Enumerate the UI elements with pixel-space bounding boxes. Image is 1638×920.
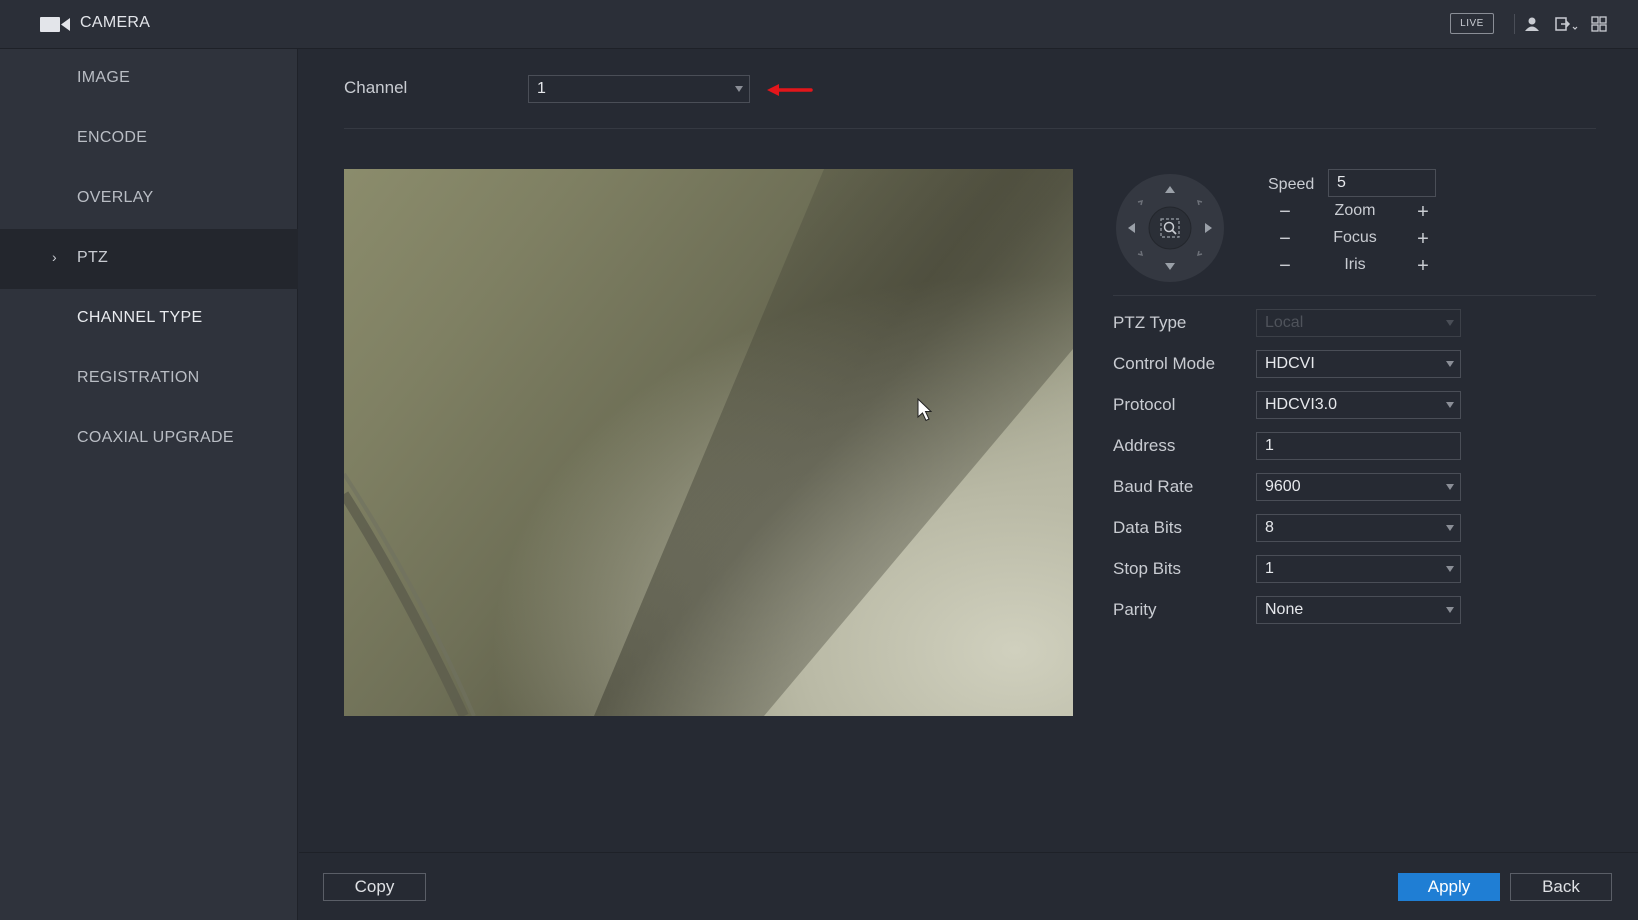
iris-plus-button[interactable]: + bbox=[1413, 256, 1433, 276]
ptz-type-label: PTZ Type bbox=[1113, 313, 1187, 332]
footer-divider bbox=[299, 852, 1638, 853]
iris-label: Iris bbox=[1344, 256, 1366, 273]
address-input[interactable]: 1 bbox=[1256, 432, 1461, 460]
sidebar-item-label: OVERLAY bbox=[77, 189, 154, 206]
back-button[interactable]: Back bbox=[1510, 873, 1612, 901]
sidebar-item-label: PTZ bbox=[77, 249, 109, 266]
zoom-minus-button[interactable]: − bbox=[1275, 202, 1295, 222]
sidebar-item-encode[interactable]: ENCODE bbox=[0, 109, 298, 169]
speed-input[interactable]: 5 bbox=[1328, 169, 1436, 197]
focus-minus-button[interactable]: − bbox=[1275, 229, 1295, 249]
sidebar-item-channel-type[interactable]: CHANNEL TYPE bbox=[0, 289, 298, 349]
divider bbox=[344, 128, 1596, 129]
chevron-down-icon bbox=[1446, 566, 1454, 572]
live-button[interactable]: LIVE bbox=[1450, 13, 1494, 34]
chevron-right-icon: › bbox=[52, 249, 57, 265]
mouse-cursor-icon bbox=[917, 398, 933, 422]
chevron-down-icon bbox=[1446, 361, 1454, 367]
chevron-down-icon bbox=[735, 86, 743, 92]
data-bits-value: 8 bbox=[1265, 519, 1274, 536]
parity-label: Parity bbox=[1113, 600, 1157, 619]
top-bar: CAMERA LIVE bbox=[0, 0, 1638, 49]
preview-scene bbox=[344, 169, 1073, 716]
protocol-select[interactable]: HDCVI3.0 bbox=[1256, 391, 1461, 419]
stop-bits-value: 1 bbox=[1265, 560, 1274, 577]
speed-value: 5 bbox=[1337, 174, 1346, 191]
parity-value: None bbox=[1265, 601, 1304, 618]
control-mode-select[interactable]: HDCVI bbox=[1256, 350, 1461, 378]
logout-icon[interactable] bbox=[1555, 16, 1579, 32]
sidebar-item-overlay[interactable]: OVERLAY bbox=[0, 169, 298, 229]
app-title: CAMERA bbox=[80, 14, 151, 31]
data-bits-select[interactable]: 8 bbox=[1256, 514, 1461, 542]
address-value: 1 bbox=[1265, 437, 1274, 454]
ptz-type-select: Local bbox=[1256, 309, 1461, 337]
zoom-plus-button[interactable]: + bbox=[1413, 202, 1433, 222]
sidebar-item-label: ENCODE bbox=[77, 129, 148, 146]
channel-label: Channel bbox=[344, 78, 408, 97]
channel-select[interactable]: 1 bbox=[528, 75, 750, 103]
red-arrow-icon bbox=[767, 84, 813, 96]
chevron-down-icon bbox=[1446, 320, 1454, 326]
speed-label: Speed bbox=[1268, 176, 1315, 193]
divider bbox=[1113, 295, 1596, 296]
channel-value: 1 bbox=[537, 80, 546, 97]
iris-minus-button[interactable]: − bbox=[1275, 256, 1295, 276]
ptz-direction-pad[interactable] bbox=[1115, 173, 1225, 283]
stop-bits-select[interactable]: 1 bbox=[1256, 555, 1461, 583]
chevron-down-icon bbox=[1446, 525, 1454, 531]
sidebar-item-label: CHANNEL TYPE bbox=[77, 309, 203, 326]
data-bits-label: Data Bits bbox=[1113, 518, 1182, 537]
focus-plus-button[interactable]: + bbox=[1413, 229, 1433, 249]
chevron-down-icon bbox=[1446, 402, 1454, 408]
chevron-down-icon bbox=[1446, 484, 1454, 490]
sidebar-item-image[interactable]: IMAGE bbox=[0, 49, 298, 109]
chevron-down-icon bbox=[1446, 607, 1454, 613]
control-mode-value: HDCVI bbox=[1265, 355, 1315, 372]
address-label: Address bbox=[1113, 436, 1176, 455]
parity-select[interactable]: None bbox=[1256, 596, 1461, 624]
focus-label: Focus bbox=[1333, 229, 1377, 246]
apply-button[interactable]: Apply bbox=[1398, 873, 1500, 901]
protocol-label: Protocol bbox=[1113, 395, 1176, 414]
camera-preview[interactable] bbox=[344, 169, 1073, 716]
protocol-value: HDCVI3.0 bbox=[1265, 396, 1338, 413]
sidebar-item-ptz[interactable]: › PTZ bbox=[0, 229, 298, 289]
copy-button[interactable]: Copy bbox=[323, 873, 426, 901]
top-divider bbox=[1514, 14, 1515, 34]
control-mode-label: Control Mode bbox=[1113, 354, 1216, 373]
grid-menu-icon[interactable] bbox=[1590, 16, 1608, 32]
sidebar-item-label: IMAGE bbox=[77, 69, 131, 86]
sidebar-item-coaxial-upgrade[interactable]: COAXIAL UPGRADE bbox=[0, 409, 298, 469]
stop-bits-label: Stop Bits bbox=[1113, 559, 1182, 578]
camera-icon bbox=[40, 17, 70, 32]
baud-rate-value: 9600 bbox=[1265, 478, 1301, 495]
sidebar: IMAGE ENCODE OVERLAY › PTZ CHANNEL TYPE … bbox=[0, 49, 298, 920]
ptz-type-value: Local bbox=[1265, 314, 1304, 331]
baud-rate-label: Baud Rate bbox=[1113, 477, 1194, 496]
sidebar-item-label: REGISTRATION bbox=[77, 369, 200, 386]
baud-rate-select[interactable]: 9600 bbox=[1256, 473, 1461, 501]
user-icon[interactable] bbox=[1523, 16, 1541, 32]
sidebar-item-registration[interactable]: REGISTRATION bbox=[0, 349, 298, 409]
sidebar-item-label: COAXIAL UPGRADE bbox=[77, 429, 234, 446]
zoom-label: Zoom bbox=[1334, 202, 1376, 219]
